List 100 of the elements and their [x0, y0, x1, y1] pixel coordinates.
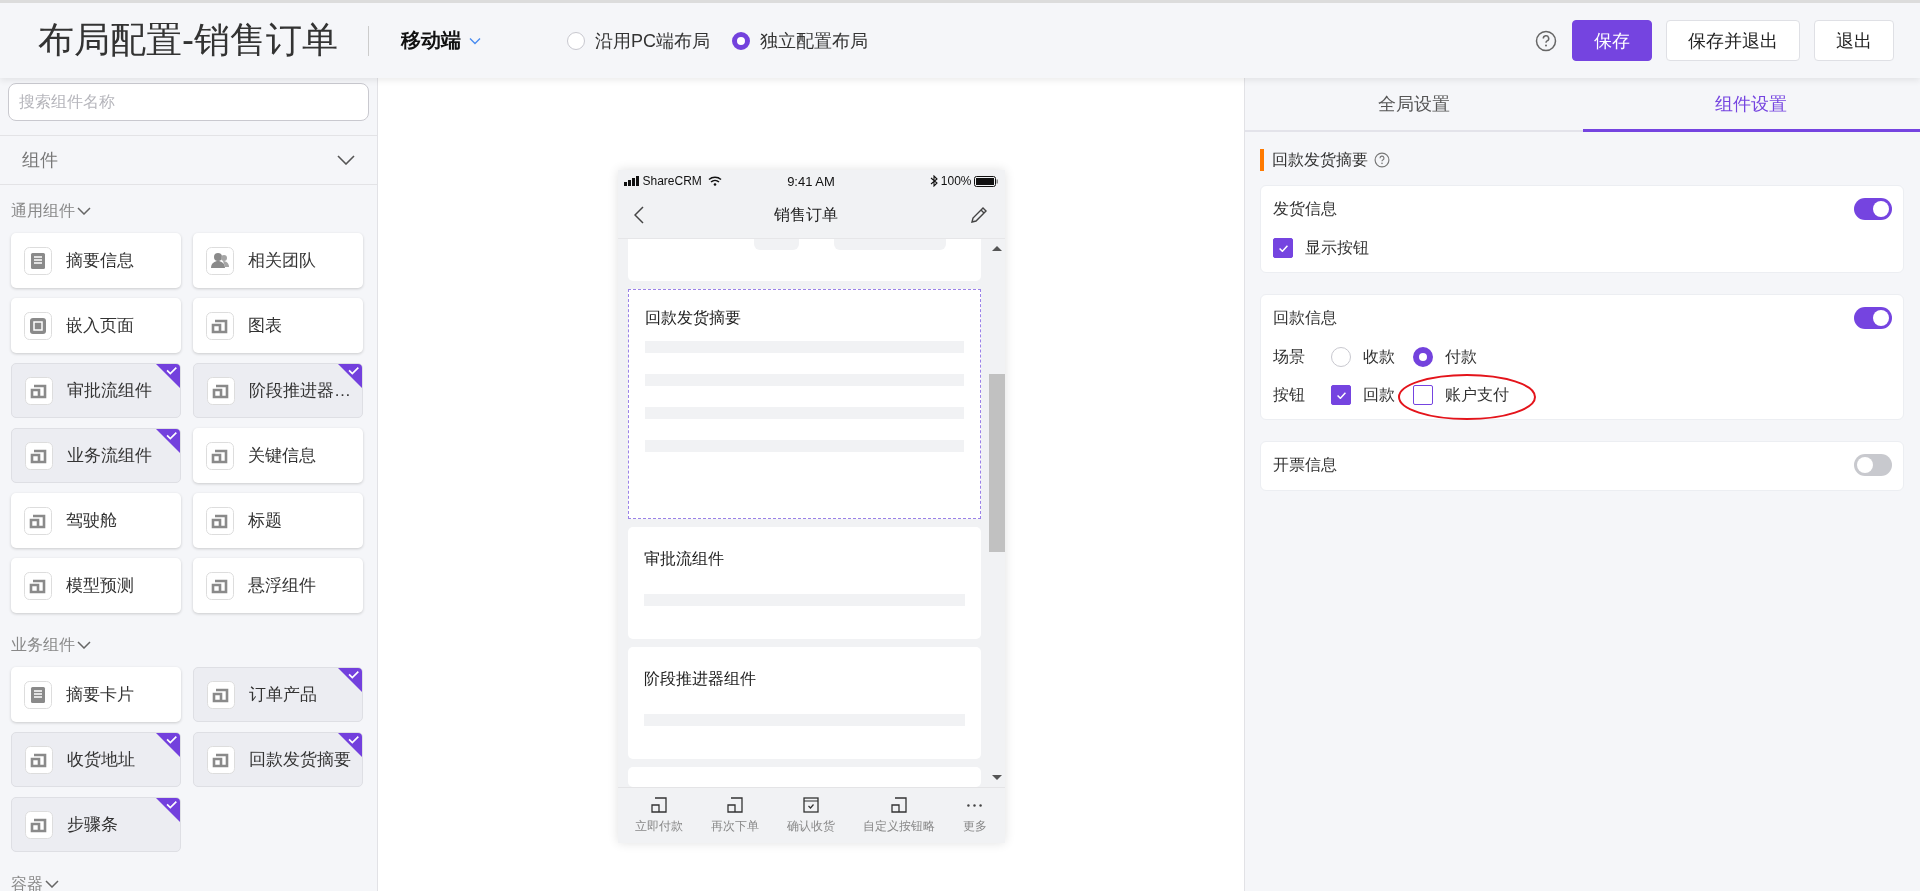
component-card[interactable]: 摘要卡片	[11, 667, 181, 722]
component-label: 摘要信息	[66, 250, 134, 272]
action-label: 再次下单	[711, 818, 760, 835]
component-label: 图表	[248, 315, 282, 337]
people-icon	[206, 246, 234, 275]
status-time: 9:41 AM	[787, 173, 835, 189]
toggle-switch[interactable]	[1854, 454, 1892, 476]
component-label: 驾驶舱	[66, 510, 117, 532]
card-title: 阶段推进器组件	[643, 669, 757, 689]
component-card[interactable]: 嵌入页面	[11, 298, 181, 353]
component-label: 模型预测	[66, 575, 134, 597]
component-card[interactable]: 模型预测	[11, 558, 181, 613]
component-label: 订单产品	[249, 684, 317, 706]
component-card[interactable]: 步骤条	[11, 797, 181, 852]
component-card[interactable]: 回款发货摘要	[193, 732, 363, 787]
component-card[interactable]: 标题	[193, 493, 363, 548]
component-card[interactable]: 图表	[193, 298, 363, 353]
component-icon	[25, 810, 53, 839]
layout-radio[interactable]: 沿用PC端布局	[567, 28, 710, 53]
component-label: 阶段推进器…	[249, 380, 351, 402]
checkbox-option[interactable]: 回款	[1331, 384, 1395, 406]
component-card[interactable]: 悬浮组件	[193, 558, 363, 613]
header-button[interactable]: 保存并退出	[1666, 20, 1800, 61]
scroll-up-icon[interactable]	[991, 245, 1002, 251]
preview-card[interactable]: 阶段推进器组件	[627, 647, 981, 759]
component-icon	[206, 441, 234, 470]
help-icon[interactable]	[1535, 29, 1557, 52]
component-label: 摘要卡片	[66, 684, 134, 706]
wifi-icon	[707, 176, 722, 186]
component-icon	[24, 571, 52, 600]
component-icon	[207, 376, 235, 405]
radio-option[interactable]: 收款	[1331, 346, 1395, 368]
component-icon	[206, 311, 234, 340]
scroll-down-icon[interactable]	[991, 775, 1002, 781]
component-card[interactable]: 业务流组件	[11, 428, 181, 483]
check-icon	[1336, 391, 1346, 399]
accent-bar	[1260, 149, 1264, 171]
radio-option[interactable]: 付款	[1413, 346, 1477, 368]
search-field[interactable]: 搜索组件名称	[8, 83, 369, 121]
save-button[interactable]: 保存	[1572, 20, 1652, 61]
component-label: 业务流组件	[67, 445, 152, 467]
chevron-down-icon	[337, 155, 355, 165]
preview-card[interactable]: 回款发货摘要	[627, 289, 981, 519]
component-card[interactable]: 收货地址	[11, 732, 181, 787]
page-title: 布局配置-销售订单	[38, 18, 338, 62]
toggle-switch[interactable]	[1854, 198, 1892, 220]
toggle-switch[interactable]	[1854, 307, 1892, 329]
chevron-down-icon	[469, 36, 481, 45]
calendar-check-icon	[802, 796, 820, 814]
component-card[interactable]: 订单产品	[193, 667, 363, 722]
component-icon	[25, 441, 53, 470]
component-card[interactable]: 阶段推进器…	[193, 363, 363, 418]
layout-radio[interactable]: 独立配置布局	[732, 28, 868, 53]
frame-icon	[24, 311, 52, 340]
card-title: 开票信息	[1273, 454, 1337, 475]
help-icon[interactable]	[1374, 152, 1390, 168]
battery-icon	[974, 175, 999, 187]
signal-icon	[623, 176, 640, 186]
chevron-down-icon	[77, 641, 91, 649]
component-card[interactable]: 驾驶舱	[11, 493, 181, 548]
component-label: 步骤条	[67, 814, 118, 836]
action-label: 确认收货	[787, 818, 835, 835]
component-icon	[206, 571, 234, 600]
pencil-icon[interactable]	[968, 205, 989, 225]
component-label: 审批流组件	[67, 380, 152, 402]
header-button[interactable]: 退出	[1814, 20, 1894, 61]
settings-tab[interactable]: 组件设置	[1582, 78, 1920, 132]
device-dropdown[interactable]: 移动端	[401, 27, 481, 54]
bluetooth-icon	[929, 175, 938, 187]
card-title: 审批流组件	[643, 549, 725, 569]
component-card[interactable]: 摘要信息	[11, 233, 181, 288]
carrier-name: ShareCRM	[642, 174, 702, 188]
preview-card[interactable]: 审批流组件	[627, 527, 981, 639]
checkbox-option[interactable]: 显示按钮	[1273, 237, 1369, 259]
component-icon	[207, 745, 235, 774]
back-icon[interactable]	[633, 206, 644, 224]
component-card[interactable]: 审批流组件	[11, 363, 181, 418]
more-icon	[967, 803, 983, 807]
component-card[interactable]: 相关团队	[193, 233, 363, 288]
panel-header[interactable]: 组件	[0, 135, 377, 185]
action-label: 更多	[962, 818, 987, 835]
component-label: 悬浮组件	[248, 575, 316, 597]
settings-tab[interactable]: 全局设置	[1245, 78, 1583, 132]
component-label: 收货地址	[67, 749, 135, 771]
section-title: 回款发货摘要	[1272, 149, 1368, 170]
action-label: 自定义按钮略	[862, 818, 935, 835]
component-icon	[207, 680, 235, 709]
document-icon	[24, 246, 52, 275]
component-label: 嵌入页面	[66, 315, 134, 337]
component-icon	[206, 506, 234, 535]
component-card[interactable]: 关键信息	[193, 428, 363, 483]
component-icon	[25, 745, 53, 774]
component-icon	[650, 796, 669, 814]
component-label: 关键信息	[248, 445, 316, 467]
row-label: 按钮	[1273, 384, 1306, 405]
action-label: 立即付款	[635, 818, 684, 835]
chevron-down-icon	[77, 207, 91, 215]
component-label: 相关团队	[248, 250, 316, 272]
component-icon	[25, 376, 53, 405]
card-title: 回款发货摘要	[644, 308, 742, 328]
